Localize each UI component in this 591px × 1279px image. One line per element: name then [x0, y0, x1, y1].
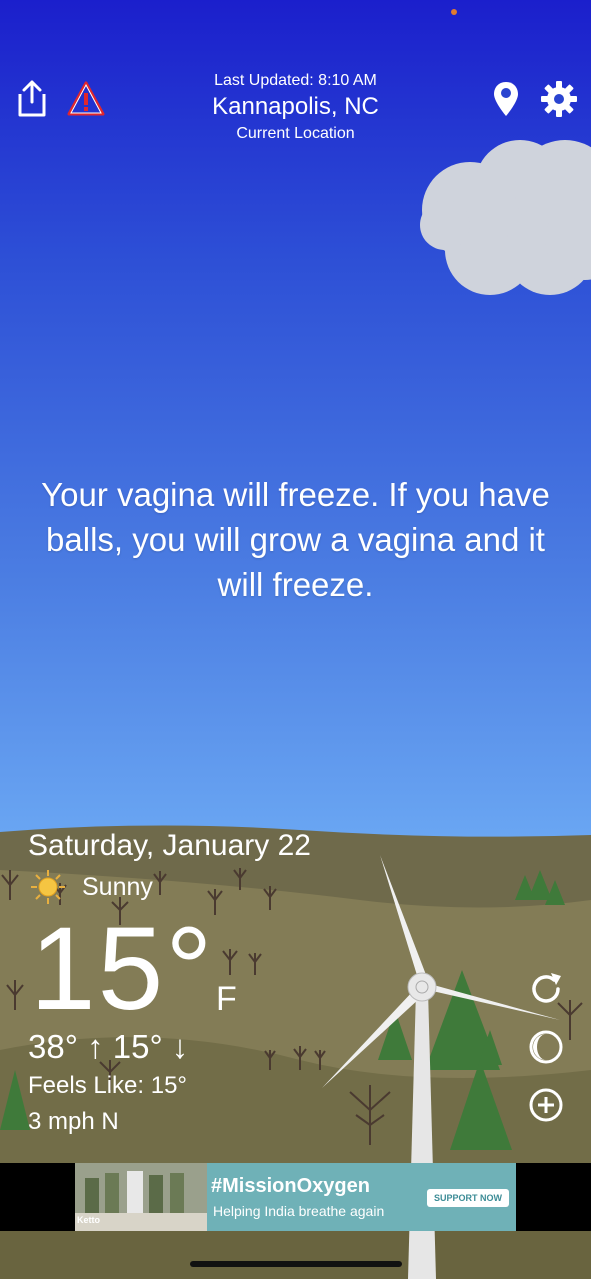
ad-banner[interactable]: Ketto #MissionOxygen Helping India breat… — [0, 1163, 591, 1231]
last-updated: Last Updated: 8:10 AM — [214, 72, 377, 89]
current-temperature: 15° — [30, 903, 215, 1035]
add-icon[interactable] — [527, 1086, 565, 1124]
location-name[interactable]: Kannapolis, NC — [0, 93, 591, 121]
cloud — [420, 140, 591, 295]
ad-subtitle: Helping India breathe again — [213, 1203, 385, 1219]
weather-message: Your vagina will freeze. If you have bal… — [41, 476, 550, 603]
ad-support-button[interactable]: SUPPORT NOW — [427, 1189, 509, 1207]
condition-label: Sunny — [82, 873, 153, 901]
refresh-icon[interactable] — [527, 970, 565, 1008]
moon-icon[interactable] — [527, 1028, 565, 1066]
ad-logo: Ketto — [77, 1215, 100, 1225]
forecast-date: Saturday, January 22 — [28, 829, 311, 862]
temperature-unit[interactable]: F — [216, 980, 237, 1019]
location-sub: Current Location — [236, 125, 355, 142]
ad-title: #MissionOxygen — [211, 1175, 370, 1197]
high-low-temps: 38° ↑ 15° ↓ — [28, 1028, 189, 1065]
home-indicator[interactable] — [190, 1261, 402, 1267]
feels-like: Feels Like: 15° — [28, 1072, 188, 1099]
wind-speed: 3 mph N — [28, 1108, 119, 1135]
sun-icon — [31, 870, 65, 904]
ad-content[interactable]: Ketto #MissionOxygen Helping India breat… — [75, 1163, 516, 1231]
